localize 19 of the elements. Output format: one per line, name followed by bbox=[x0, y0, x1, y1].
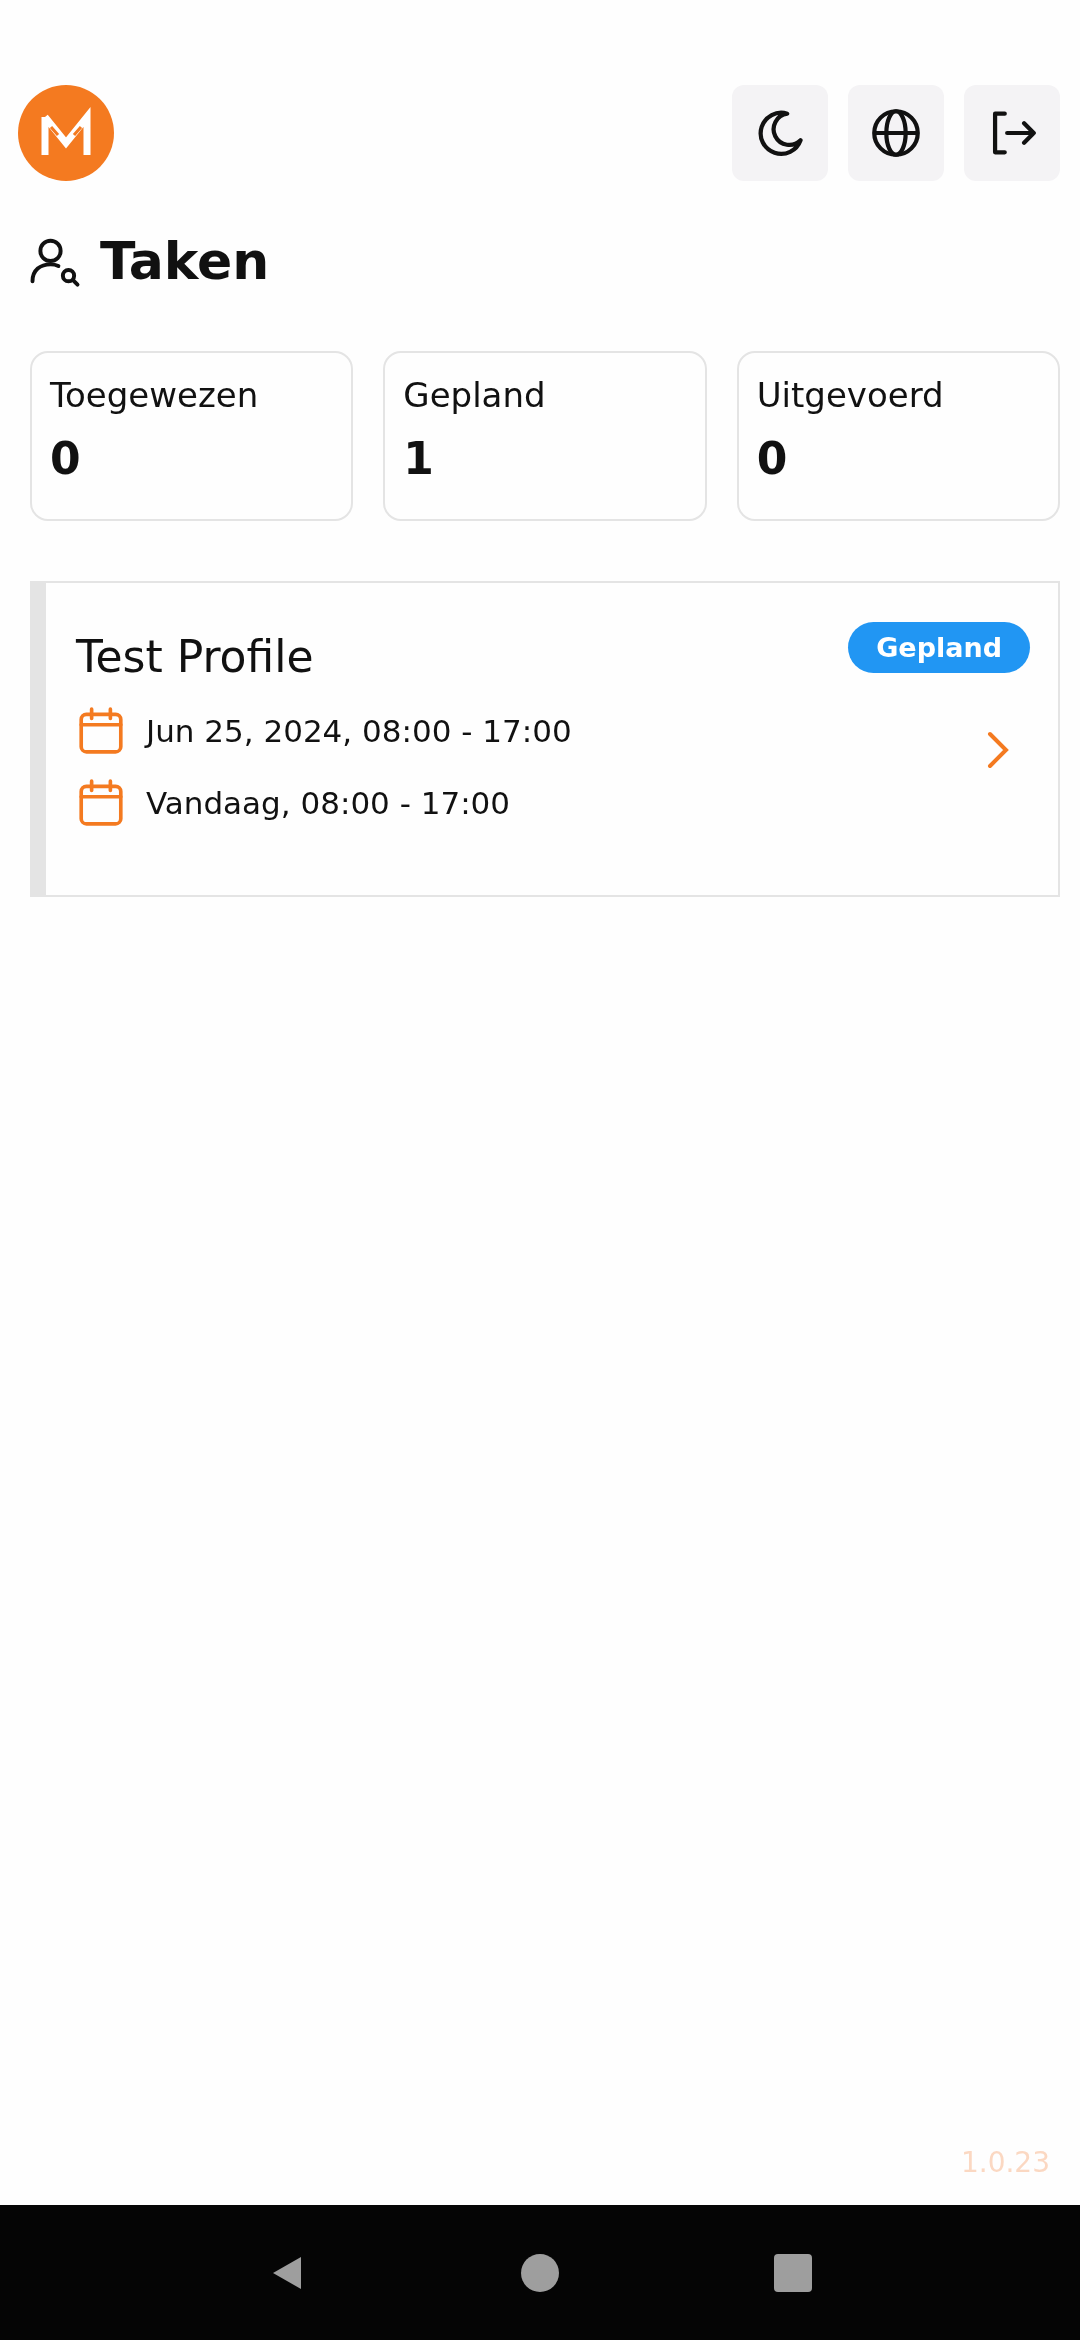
calendar-icon bbox=[76, 706, 126, 756]
task-card[interactable]: Test Profile Gepland Jun 25, 2024, 08:00 - 17:00 Vandaag, 08:00 - 17:00 bbox=[30, 581, 1060, 897]
stat-card[interactable]: Toegewezen 0 bbox=[30, 351, 354, 521]
stat-card[interactable]: Uitgevoerd 0 bbox=[736, 351, 1060, 521]
recents-icon[interactable] bbox=[773, 2252, 814, 2293]
logout-button[interactable] bbox=[964, 85, 1060, 181]
calendar-icon bbox=[76, 778, 126, 828]
stat-card[interactable]: Gepland 1 bbox=[383, 351, 707, 521]
theme-button[interactable] bbox=[732, 85, 828, 181]
status-tag: Gepland bbox=[848, 622, 1030, 673]
task-title: Test Profile bbox=[76, 631, 314, 682]
logo-icon bbox=[18, 85, 114, 181]
version-label: 1.0.23 bbox=[960, 2146, 1050, 2179]
home-icon[interactable] bbox=[520, 2252, 560, 2293]
chevron-right-icon[interactable] bbox=[986, 729, 1010, 771]
date-text: Vandaag, 08:00 - 17:00 bbox=[146, 785, 511, 821]
page-title: Taken bbox=[100, 231, 270, 291]
language-button[interactable] bbox=[848, 85, 944, 181]
date-text: Jun 25, 2024, 08:00 - 17:00 bbox=[146, 713, 572, 749]
